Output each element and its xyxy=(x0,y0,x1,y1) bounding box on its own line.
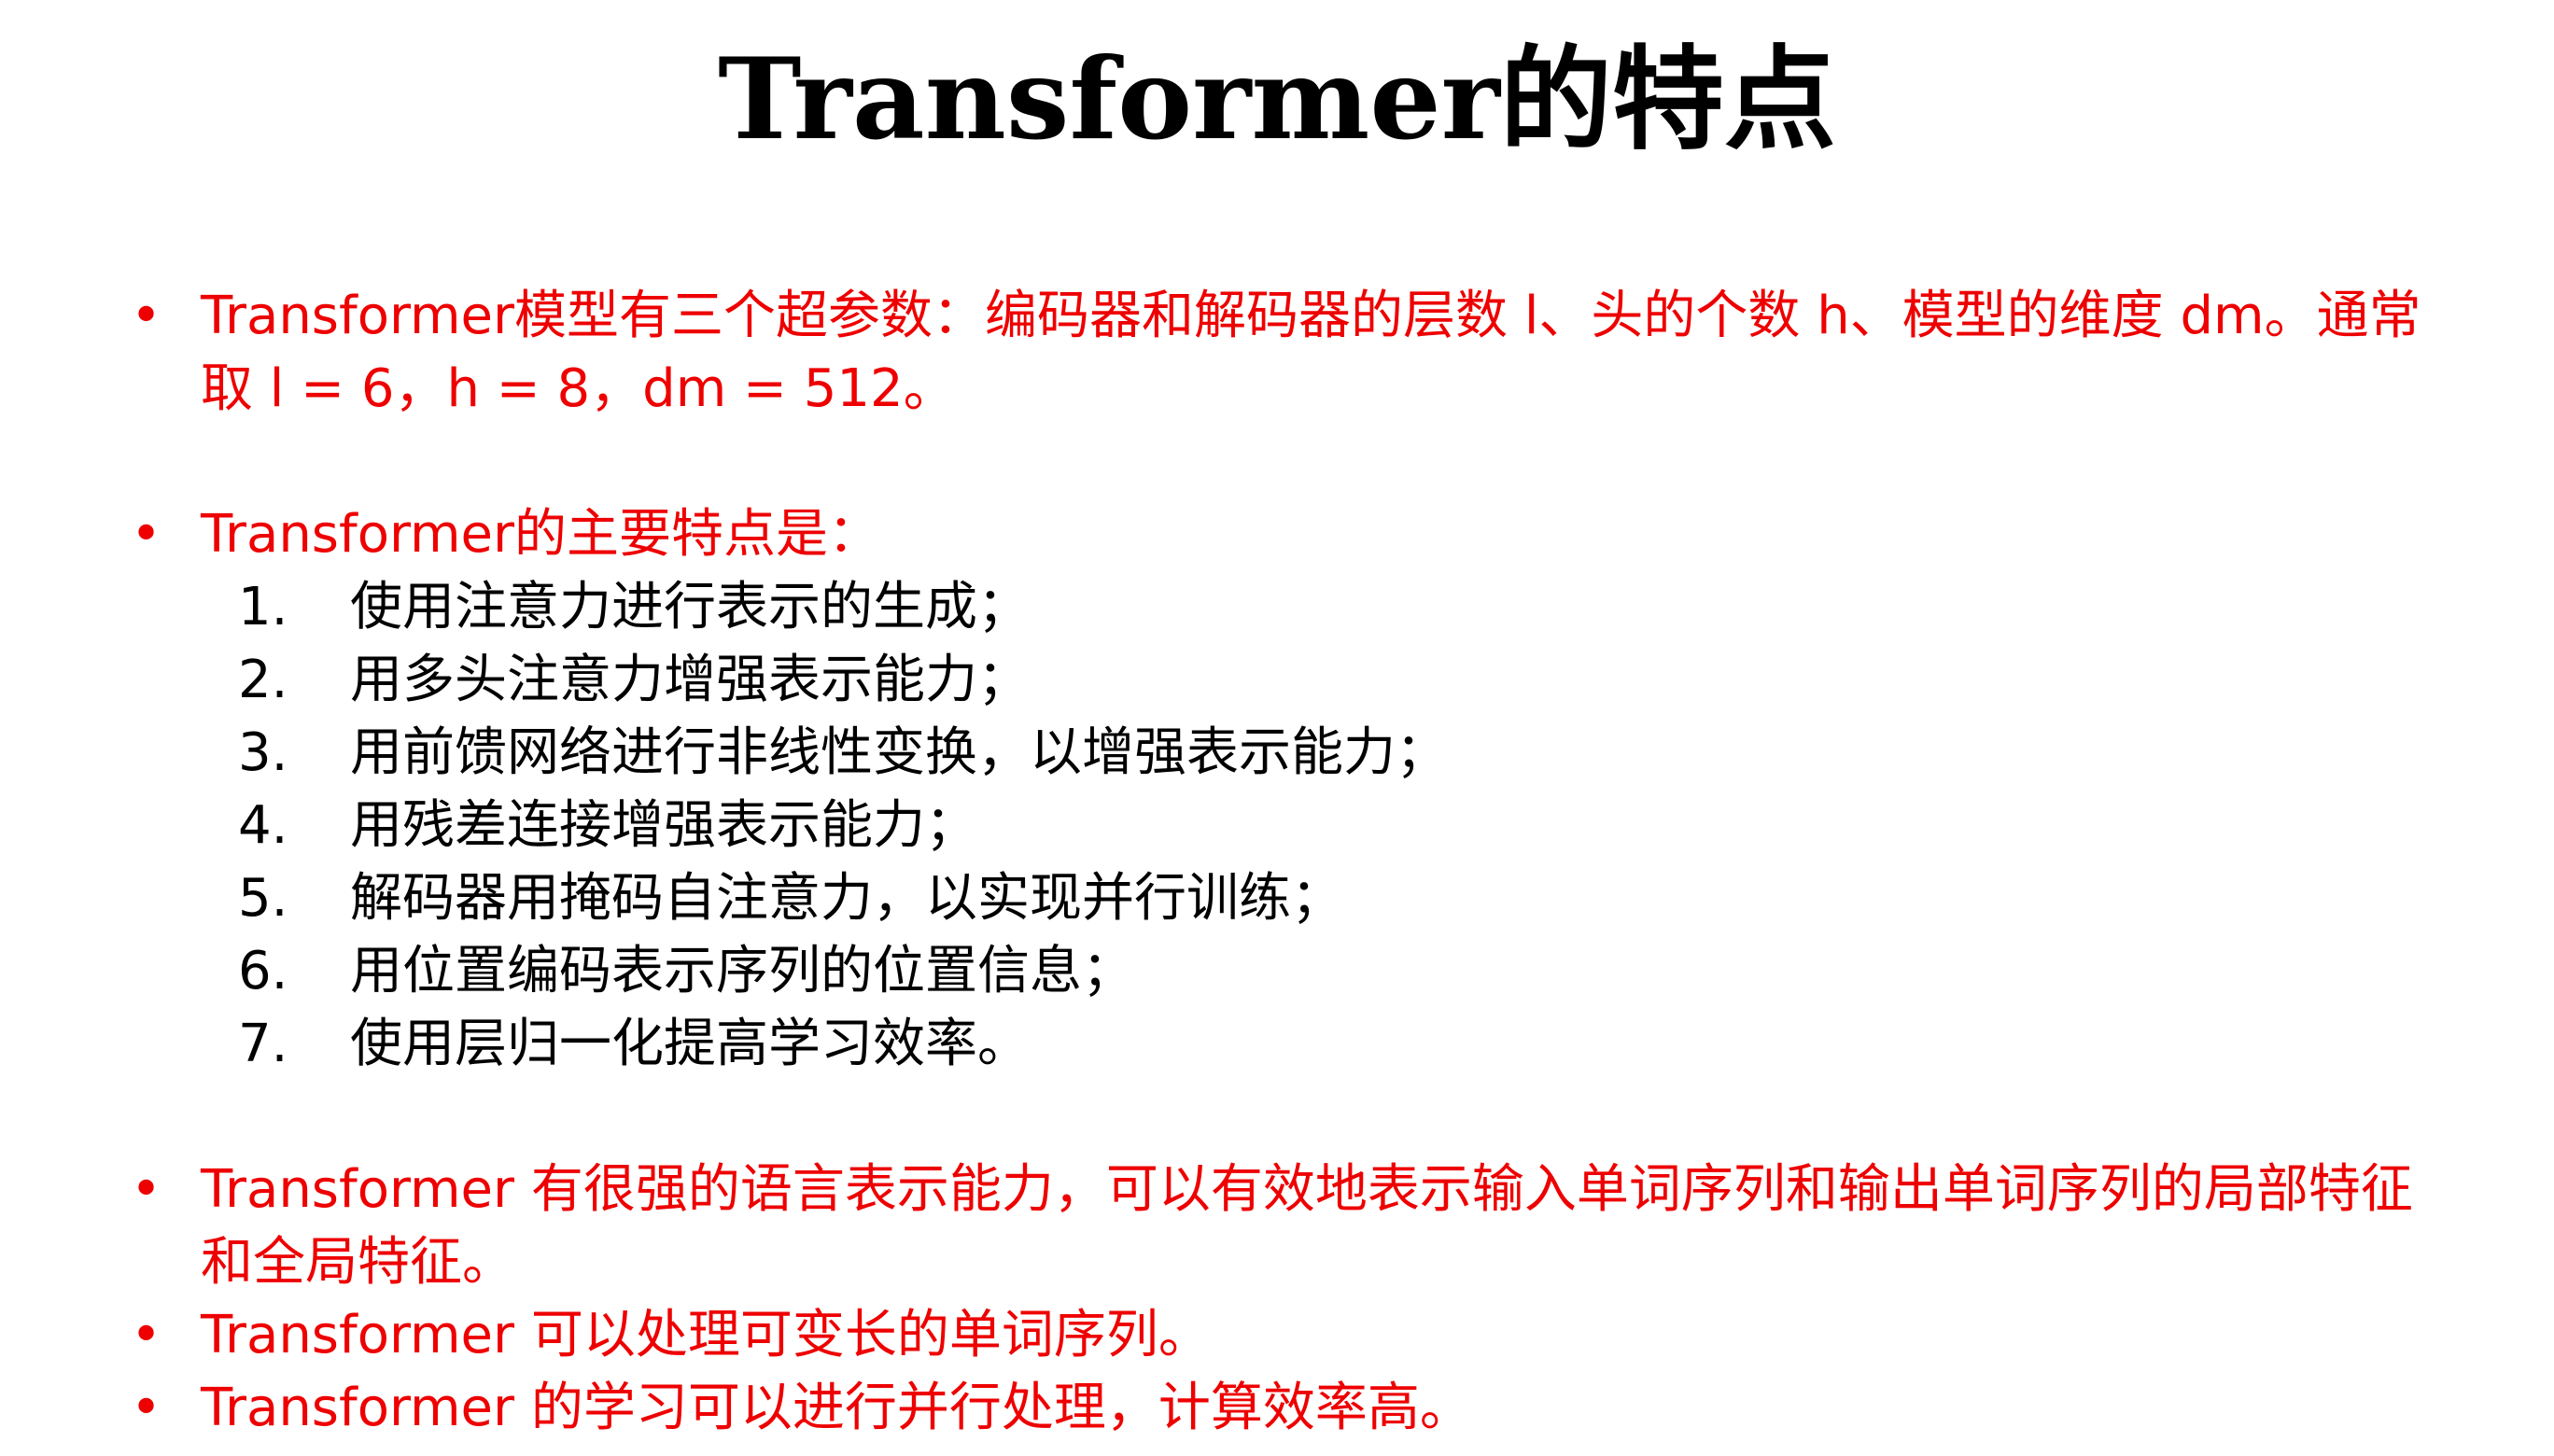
bullet-text: Transformer 的学习可以进行并行处理，计算效率高。 xyxy=(201,1378,1472,1438)
feature-item: 4. 用残差连接增强表示能力； xyxy=(131,790,2464,862)
feature-text: 用残差连接增强表示能力； xyxy=(350,795,977,856)
bullet-hyperparameters: • Transformer模型有三个超参数：编码器和解码器的层数 l、头的个数 … xyxy=(131,280,2464,426)
bullet-text: Transformer 可以处理可变长的单词序列。 xyxy=(201,1305,1211,1365)
bullet-dot-icon: • xyxy=(131,1378,162,1438)
feature-number: 1. xyxy=(238,577,288,637)
feature-text: 用多头注意力增强表示能力； xyxy=(350,650,1030,710)
feature-text: 解码器用掩码自注意力，以实现并行训练； xyxy=(350,868,1343,929)
feature-text: 使用注意力进行表示的生成； xyxy=(350,577,1030,637)
slide: Transformer的特点 • Transformer模型有三个超参数：编码器… xyxy=(0,0,2554,1456)
feature-item: 6. 用位置编码表示序列的位置信息； xyxy=(131,935,2464,1008)
bullet-dot-icon: • xyxy=(131,504,162,565)
bullet-text: Transformer 有很强的语言表示能力，可以有效地表示输入单词序列和输出单… xyxy=(201,1159,2413,1293)
feature-item: 7. 使用层归一化提高学习效率。 xyxy=(131,1008,2464,1081)
feature-item: 1. 使用注意力进行表示的生成； xyxy=(131,571,2464,644)
bullet-main-features: • Transformer的主要特点是： xyxy=(131,498,2464,571)
bullet-representation-power: • Transformer 有很强的语言表示能力，可以有效地表示输入单词序列和输… xyxy=(131,1154,2464,1299)
feature-text: 使用层归一化提高学习效率。 xyxy=(350,1014,1030,1074)
feature-number: 3. xyxy=(238,722,288,783)
bullet-text: Transformer的主要特点是： xyxy=(201,504,881,565)
bullet-dot-icon: • xyxy=(131,1305,162,1365)
bullet-dot-icon: • xyxy=(131,286,162,346)
feature-number: 7. xyxy=(238,1014,288,1074)
feature-number: 2. xyxy=(238,650,288,710)
feature-number: 5. xyxy=(238,868,288,929)
bullet-variable-length: • Transformer 可以处理可变长的单词序列。 xyxy=(131,1299,2464,1372)
feature-text: 用位置编码表示序列的位置信息； xyxy=(350,941,1134,1001)
bullet-dot-icon: • xyxy=(131,1159,162,1220)
feature-text: 用前馈网络进行非线性变换，以增强表示能力； xyxy=(350,722,1448,783)
feature-item: 2. 用多头注意力增强表示能力； xyxy=(131,644,2464,717)
slide-body: • Transformer模型有三个超参数：编码器和解码器的层数 l、头的个数 … xyxy=(131,280,2464,1445)
feature-item: 5. 解码器用掩码自注意力，以实现并行训练； xyxy=(131,862,2464,935)
bullet-parallel-training: • Transformer 的学习可以进行并行处理，计算效率高。 xyxy=(131,1372,2464,1445)
feature-number: 4. xyxy=(238,795,288,856)
feature-item: 3. 用前馈网络进行非线性变换，以增强表示能力； xyxy=(131,717,2464,790)
feature-number: 6. xyxy=(238,941,288,1001)
bullet-text: Transformer模型有三个超参数：编码器和解码器的层数 l、头的个数 h、… xyxy=(201,286,2421,419)
slide-title: Transformer的特点 xyxy=(718,34,1836,165)
feature-list: 1. 使用注意力进行表示的生成； 2. 用多头注意力增强表示能力； 3. 用前馈… xyxy=(131,571,2464,1081)
